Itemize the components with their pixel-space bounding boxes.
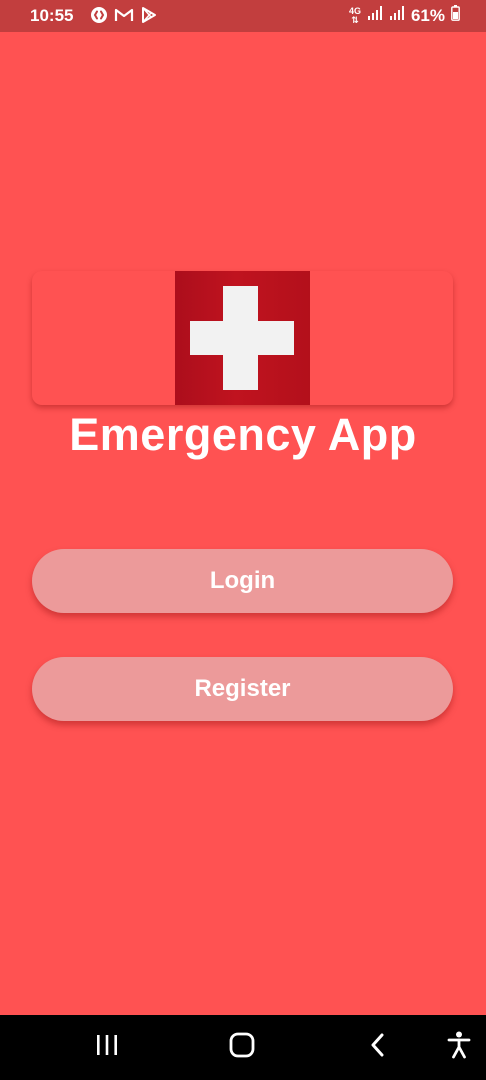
battery-percent: 61% bbox=[410, 5, 445, 25]
network-type: 4G ⇅ bbox=[349, 6, 361, 25]
system-status-icons: 4G ⇅ 61% bbox=[349, 5, 460, 26]
home-icon bbox=[229, 1032, 255, 1063]
recent-apps-button[interactable] bbox=[87, 1029, 127, 1065]
data-arrows-icon: ⇅ bbox=[351, 14, 359, 25]
home-button[interactable] bbox=[222, 1029, 262, 1065]
signal-icon bbox=[389, 5, 405, 26]
app-title: Emergency App bbox=[69, 409, 417, 460]
battery-icon bbox=[451, 5, 460, 26]
login-button[interactable]: Login bbox=[32, 549, 453, 613]
signal-icon bbox=[367, 5, 383, 26]
accessibility-button[interactable] bbox=[439, 1029, 479, 1065]
shazam-icon bbox=[90, 6, 108, 29]
status-bar: 10:55 4G ⇅ 61% bbox=[0, 0, 486, 32]
emergency-banner bbox=[32, 271, 453, 405]
gmail-icon bbox=[114, 7, 134, 28]
status-time: 10:55 bbox=[30, 6, 74, 25]
accessibility-icon bbox=[447, 1031, 471, 1064]
recent-apps-icon bbox=[95, 1034, 119, 1061]
cross-horizontal-bar bbox=[190, 321, 294, 355]
play-store-icon bbox=[140, 6, 158, 29]
red-cross-logo bbox=[175, 271, 310, 405]
back-button[interactable] bbox=[358, 1029, 398, 1065]
navigation-bar bbox=[0, 1015, 486, 1080]
register-button[interactable]: Register bbox=[32, 657, 453, 721]
notification-icons bbox=[90, 6, 158, 29]
back-icon bbox=[369, 1033, 387, 1062]
